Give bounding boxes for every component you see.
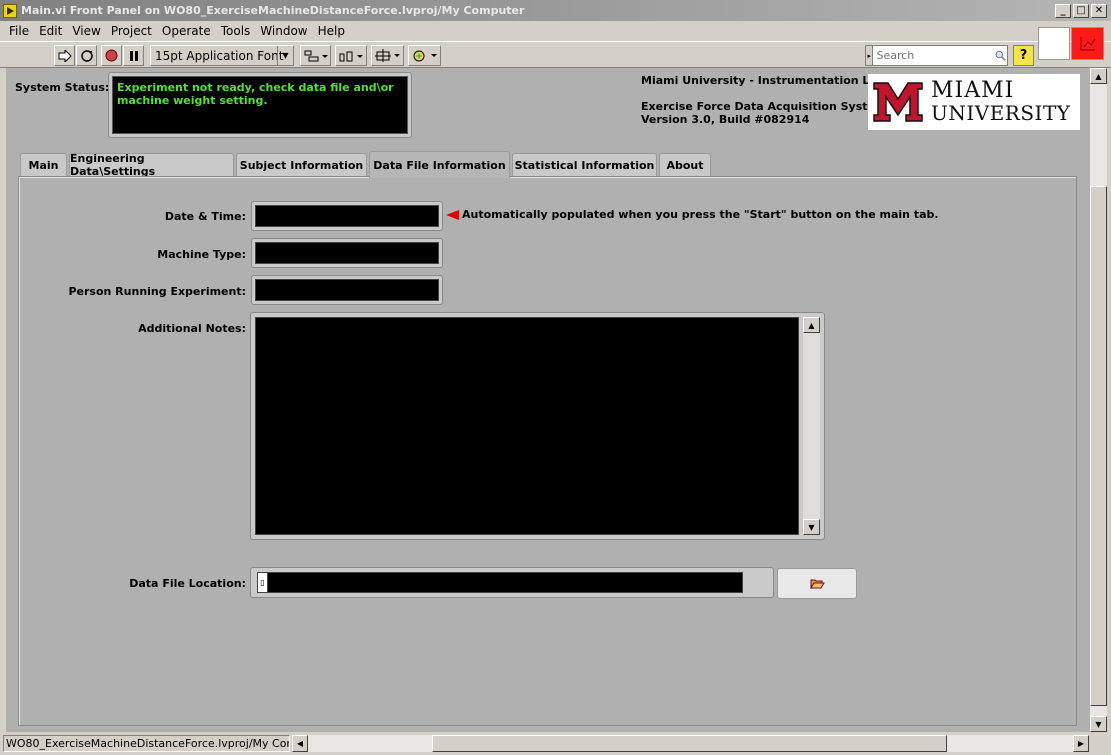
tab-about[interactable]: About bbox=[659, 153, 711, 176]
menu-operate[interactable]: Operate bbox=[157, 24, 216, 38]
logo-word-miami: MIAMI bbox=[931, 78, 1015, 103]
distribute-objects-icon[interactable] bbox=[335, 45, 367, 66]
scroll-up-icon[interactable]: ▲ bbox=[1090, 68, 1107, 84]
data-file-location-label: Data File Location: bbox=[129, 577, 246, 590]
menu-window[interactable]: Window bbox=[255, 24, 312, 38]
abort-icon[interactable] bbox=[101, 45, 122, 66]
logo-word-university: UNIVERSITY bbox=[931, 101, 1071, 125]
folder-open-icon bbox=[809, 579, 825, 589]
search-input[interactable] bbox=[873, 48, 974, 63]
data-file-location-field[interactable] bbox=[268, 573, 742, 592]
scroll-left-icon[interactable]: ◀ bbox=[292, 735, 308, 752]
org-name: Miami University - Instrumentation Lab bbox=[641, 74, 885, 87]
menu-edit[interactable]: Edit bbox=[34, 24, 67, 38]
pause-icon[interactable] bbox=[123, 45, 144, 66]
toolbar: 15pt Application Font ▼ ▸ ? bbox=[0, 41, 1111, 68]
menu-project[interactable]: Project bbox=[106, 24, 157, 38]
menu-view[interactable]: View bbox=[67, 24, 105, 38]
vi-icon-blank[interactable] bbox=[1038, 27, 1070, 60]
menu-help[interactable]: Help bbox=[313, 24, 350, 38]
help-icon[interactable]: ? bbox=[1013, 45, 1034, 66]
miami-m-logo-icon bbox=[873, 82, 923, 122]
chevron-down-icon: ▼ bbox=[277, 46, 293, 65]
scroll-up-icon[interactable]: ▲ bbox=[803, 317, 820, 333]
labview-vi-icon bbox=[3, 3, 17, 18]
additional-notes-control: ▲ ▼ bbox=[250, 312, 825, 540]
reorder-icon[interactable] bbox=[408, 45, 441, 66]
version-text: Version 3.0, Build #082914 bbox=[641, 113, 810, 126]
run-continuously-icon[interactable] bbox=[76, 45, 97, 66]
vertical-scrollbar[interactable]: ▲ ▼ bbox=[1090, 68, 1107, 732]
additional-notes-field[interactable] bbox=[255, 317, 799, 535]
machine-type-field[interactable] bbox=[255, 242, 439, 264]
close-button[interactable]: ✕ bbox=[1091, 3, 1107, 18]
additional-notes-label: Additional Notes: bbox=[138, 322, 246, 335]
date-time-control bbox=[251, 201, 443, 231]
run-arrow-icon[interactable] bbox=[54, 45, 75, 66]
scroll-right-icon[interactable]: ▶ bbox=[1073, 735, 1089, 752]
tab-main[interactable]: Main bbox=[20, 153, 67, 176]
date-time-field[interactable] bbox=[255, 205, 439, 227]
notes-scrollbar[interactable]: ▲ ▼ bbox=[803, 317, 820, 535]
vi-connector-icon[interactable] bbox=[1071, 27, 1104, 60]
tab-statistical-information[interactable]: Statistical Information bbox=[512, 153, 657, 176]
scroll-thumb[interactable] bbox=[1090, 186, 1107, 706]
system-status-label: System Status: bbox=[15, 81, 110, 94]
date-time-note: Automatically populated when you press t… bbox=[462, 208, 939, 221]
maximize-button[interactable]: □ bbox=[1073, 3, 1089, 18]
menu-bar: File Edit View Project Operate Tools Win… bbox=[0, 21, 1111, 41]
project-path: WO80_ExerciseMachineDistanceForce.lvproj… bbox=[3, 735, 290, 752]
search-icon[interactable] bbox=[995, 48, 1007, 64]
title-bar: Main.vi Front Panel on WO80_ExerciseMach… bbox=[0, 0, 1111, 21]
align-objects-icon[interactable] bbox=[300, 45, 331, 66]
scroll-down-icon[interactable]: ▼ bbox=[803, 519, 820, 535]
data-file-location-control: ▯ bbox=[250, 567, 774, 598]
font-selector[interactable]: 15pt Application Font ▼ bbox=[150, 45, 294, 66]
system-name: Exercise Force Data Acquisition System bbox=[641, 100, 887, 113]
date-time-label: Date & Time: bbox=[164, 210, 246, 223]
person-running-field[interactable] bbox=[255, 279, 439, 301]
person-running-label: Person Running Experiment: bbox=[68, 285, 246, 298]
menu-tools[interactable]: Tools bbox=[216, 24, 256, 38]
status-bar: WO80_ExerciseMachineDistanceForce.lvproj… bbox=[0, 733, 1111, 755]
machine-type-control bbox=[251, 238, 443, 268]
miami-university-logo: MIAMI UNIVERSITY bbox=[868, 74, 1080, 130]
horizontal-scrollbar[interactable]: ◀ ▶ bbox=[292, 735, 1089, 752]
person-running-control bbox=[251, 275, 443, 305]
scroll-thumb[interactable] bbox=[432, 735, 947, 752]
tab-engineering-settings[interactable]: Engineering Data\Settings bbox=[69, 152, 234, 178]
search-box[interactable]: ▸ bbox=[865, 45, 1008, 66]
search-options-icon[interactable]: ▸ bbox=[866, 46, 874, 65]
tab-subject-information[interactable]: Subject Information bbox=[236, 153, 367, 176]
resize-objects-icon[interactable] bbox=[371, 45, 404, 66]
window-title: Main.vi Front Panel on WO80_ExerciseMach… bbox=[21, 4, 525, 17]
logo-wordmark: MIAMI UNIVERSITY bbox=[931, 78, 1071, 125]
browse-folder-button[interactable] bbox=[777, 568, 857, 599]
scroll-down-icon[interactable]: ▼ bbox=[1090, 716, 1107, 732]
tab-data-file-information[interactable]: Data File Information bbox=[369, 151, 510, 178]
system-status-indicator: Experiment not ready, check data file an… bbox=[108, 72, 412, 138]
red-pointer-icon bbox=[446, 210, 459, 220]
minimize-button[interactable]: _ bbox=[1055, 3, 1071, 18]
system-status-message: Experiment not ready, check data file an… bbox=[112, 76, 408, 134]
machine-type-label: Machine Type: bbox=[157, 248, 246, 261]
menu-file[interactable]: File bbox=[4, 24, 34, 38]
font-selector-value: 15pt Application Font bbox=[155, 48, 284, 63]
path-browse-menu-icon[interactable]: ▯ bbox=[258, 573, 268, 592]
